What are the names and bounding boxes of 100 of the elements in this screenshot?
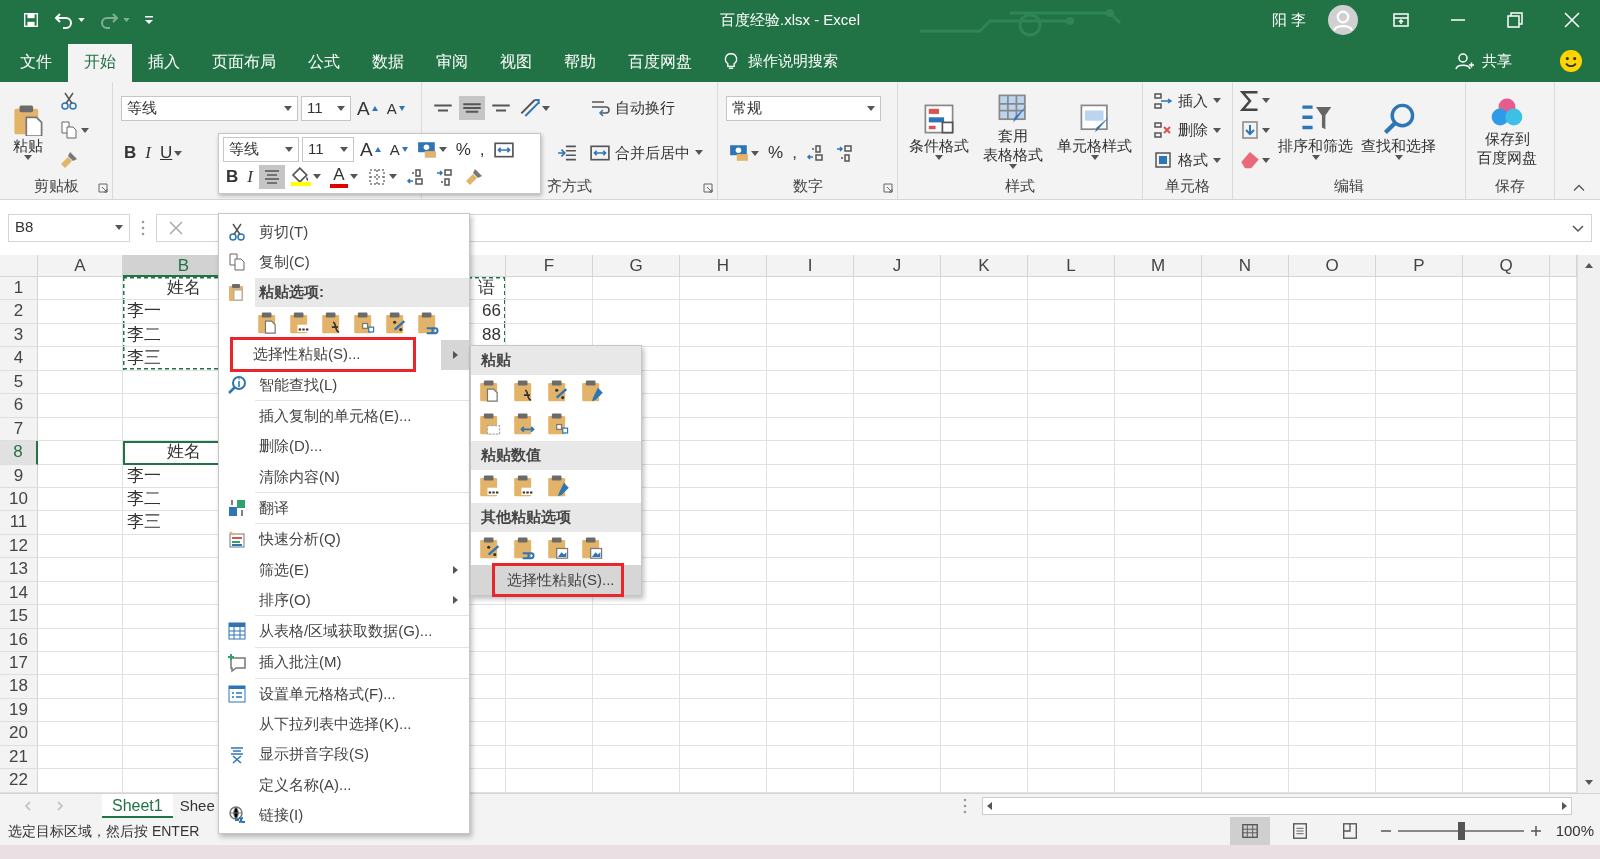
toolbar-button[interactable]: A — [326, 163, 361, 190]
menu-item[interactable]: 选择性粘贴(S)... — [471, 565, 641, 596]
horizontal-scrollbar[interactable] — [982, 796, 1572, 815]
collapse-icon[interactable] — [1572, 183, 1586, 193]
row-header[interactable]: 20 — [0, 722, 38, 746]
toolbar-button[interactable]: A — [354, 96, 381, 121]
ribbon-button[interactable]: 套用 表格格式 — [980, 90, 1046, 171]
menu-item[interactable]: 定义名称(A)... — [219, 769, 469, 801]
menu-item[interactable]: 插入复制的单元格(E)... — [219, 401, 469, 432]
column-header[interactable]: G — [593, 255, 680, 277]
column-header[interactable]: H — [680, 255, 767, 277]
lightbulb-icon[interactable] — [722, 52, 740, 70]
row-header[interactable]: 12 — [0, 534, 38, 559]
ribbon-tab[interactable]: 审阅 — [420, 44, 484, 82]
ribbon-tab[interactable]: 页面布局 — [196, 44, 292, 82]
vertical-scrollbar[interactable] — [1577, 255, 1600, 793]
ribbon-button[interactable]: 插入 — [1151, 87, 1223, 115]
row-header[interactable]: 17 — [0, 652, 38, 676]
sheet-tab[interactable]: Sheet1 — [102, 793, 173, 818]
row-header[interactable]: 5 — [0, 370, 38, 395]
ribbon-tab[interactable]: 文件 — [4, 44, 68, 82]
row-header[interactable]: 7 — [0, 417, 38, 442]
column-header[interactable]: N — [1202, 255, 1289, 277]
zoom-level[interactable]: 100% — [1555, 819, 1594, 843]
ribbon-button[interactable]: 查找和选择 — [1358, 99, 1439, 162]
clipboard-icon[interactable] — [513, 412, 536, 437]
row-header[interactable]: 9 — [0, 464, 38, 488]
customize-icon[interactable] — [144, 15, 154, 25]
menu-item[interactable]: 插入批注(M) — [219, 647, 469, 678]
menu-item[interactable]: 剪切(T) — [219, 217, 469, 248]
row-header[interactable]: 21 — [0, 745, 38, 770]
row-header[interactable]: 19 — [0, 698, 38, 723]
expand-icon[interactable] — [1571, 222, 1585, 233]
search-field[interactable]: 操作说明搜索 — [748, 49, 838, 73]
column-header[interactable]: P — [1376, 255, 1463, 277]
caret-icon[interactable] — [78, 18, 85, 22]
ribbon-button[interactable]: 粘贴 — [8, 99, 48, 162]
row-header[interactable]: 22 — [0, 769, 38, 793]
toolbar-button[interactable]: , — [789, 141, 800, 165]
row-header[interactable]: 3 — [0, 323, 38, 348]
menu-item[interactable]: 智能查找(L) — [219, 369, 469, 401]
column-header[interactable]: Q — [1463, 255, 1550, 277]
ribbon-button[interactable]: 合并后居中 — [588, 139, 705, 166]
menu-item[interactable]: 显示拼音字段(S) — [219, 739, 469, 770]
dropdown-field[interactable]: 11 — [302, 137, 354, 162]
row-header[interactable]: 10 — [0, 487, 38, 512]
toolbar-button[interactable]: % — [765, 141, 787, 165]
clipboard-icon[interactable] — [479, 536, 502, 561]
toolbar-button[interactable]: % — [452, 137, 474, 162]
minus-icon[interactable] — [1379, 829, 1392, 833]
menu-item[interactable]: 链接(I) — [219, 800, 469, 831]
ribbon-button[interactable]: 排序和筛选 — [1275, 99, 1356, 162]
share-button[interactable]: 共享 — [1482, 49, 1512, 73]
row-header[interactable]: 1 — [0, 277, 38, 301]
person-icon[interactable] — [1454, 51, 1474, 71]
toolbar-button[interactable] — [1237, 88, 1273, 113]
toolbar-button[interactable]: A — [383, 96, 408, 121]
ribbon-button[interactable]: 自动换行 — [588, 95, 677, 122]
dialog-launcher-icon[interactable] — [883, 183, 893, 193]
ribbon-button[interactable]: 删除 — [1151, 117, 1223, 144]
smiley-icon[interactable] — [1560, 50, 1582, 72]
toolbar-button[interactable]: A — [357, 137, 384, 162]
column-header[interactable]: L — [1028, 255, 1115, 277]
clipboard-icon[interactable] — [479, 474, 502, 499]
view-button[interactable] — [1229, 817, 1270, 845]
avatar-icon[interactable] — [1328, 5, 1358, 35]
toolbar-button[interactable]: A — [386, 137, 411, 162]
toolbar-button[interactable]: B — [121, 141, 140, 165]
toolbar-button[interactable]: , — [476, 137, 488, 162]
clipboard-icon[interactable] — [385, 310, 408, 336]
toolbar-button[interactable] — [258, 164, 285, 189]
close-icon[interactable] — [1563, 12, 1580, 28]
row-header[interactable]: 13 — [0, 558, 38, 582]
ribbon-button[interactable]: 格式 — [1151, 146, 1223, 174]
scroll-down-icon[interactable] — [1584, 779, 1594, 787]
clipboard-icon[interactable] — [479, 412, 502, 437]
dropdown-field[interactable]: 11 — [301, 96, 351, 121]
row-header[interactable]: 8 — [0, 441, 38, 465]
dialog-launcher-icon[interactable] — [703, 183, 713, 193]
ribbon-tab[interactable]: 插入 — [132, 44, 196, 82]
toolbar-button[interactable]: I — [244, 164, 256, 189]
plus-icon[interactable] — [1529, 825, 1542, 837]
row-header[interactable]: 14 — [0, 581, 38, 606]
row-header[interactable]: 18 — [0, 675, 38, 699]
toolbar-button[interactable]: U — [156, 141, 186, 165]
clipboard-icon[interactable] — [353, 310, 376, 336]
dialog-launcher-icon[interactable] — [98, 183, 108, 193]
column-header[interactable]: J — [854, 255, 941, 277]
clipboard-icon[interactable] — [547, 536, 570, 561]
clipboard-icon[interactable] — [547, 379, 570, 404]
row-header[interactable]: 2 — [0, 300, 38, 324]
clipboard-icon[interactable] — [289, 310, 312, 336]
menu-item[interactable]: 从下拉列表中选择(K)... — [219, 709, 469, 740]
sheet-tab[interactable]: Shee — [172, 793, 215, 818]
clipboard-icon[interactable] — [547, 412, 570, 437]
dropdown-field[interactable]: 等线 — [121, 96, 298, 121]
restore-icon[interactable] — [1506, 12, 1523, 28]
clipboard-icon[interactable] — [417, 310, 440, 336]
scroll-left-icon[interactable] — [986, 800, 994, 811]
name-box[interactable]: B8 — [8, 213, 130, 242]
